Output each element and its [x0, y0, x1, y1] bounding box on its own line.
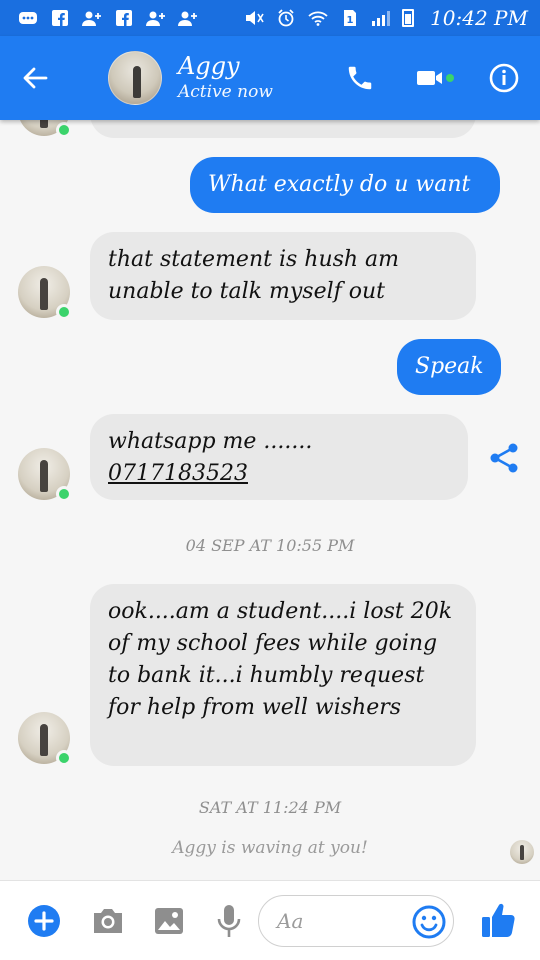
online-indicator [56, 486, 72, 502]
thumbs-up-icon [482, 903, 515, 937]
header-actions [324, 36, 540, 120]
back-button[interactable] [0, 36, 70, 120]
phone-icon [348, 66, 372, 90]
online-indicator [56, 750, 72, 766]
contact-avatar-small[interactable] [18, 448, 72, 502]
video-camera-icon [417, 71, 442, 85]
add-friend-icon [146, 10, 166, 26]
info-button[interactable] [468, 36, 540, 120]
camera-button[interactable] [88, 903, 128, 939]
contact-avatar-small[interactable] [18, 712, 72, 766]
outgoing-message-bubble[interactable]: What exactly do u want [190, 157, 500, 213]
contact-name: Aggy [178, 52, 240, 80]
seen-avatar [510, 840, 534, 864]
add-friend-icon [178, 10, 198, 26]
message-text: Speak [415, 354, 484, 379]
wifi-icon [308, 10, 328, 26]
avatar-figure [40, 120, 48, 128]
message-input-placeholder: Aa [277, 909, 304, 933]
contact-title[interactable]: Aggy Active now [178, 52, 273, 104]
svg-text:1: 1 [347, 15, 354, 26]
voice-record-button[interactable] [212, 901, 246, 941]
microphone-icon [217, 905, 241, 937]
mute-icon [244, 10, 264, 26]
facebook-icon [114, 10, 134, 26]
avatar-figure [40, 460, 48, 492]
messenger-notification-icon [18, 10, 38, 26]
video-call-button[interactable] [396, 36, 468, 120]
timestamp: 04 SEP AT 10:55 PM [185, 536, 355, 555]
battery-icon [402, 9, 415, 27]
message-composer: Aa [0, 880, 540, 960]
clock-time: 10:42 PM [430, 6, 528, 30]
wave-notice: Aggy is waving at you! [172, 838, 368, 858]
alarm-icon [276, 9, 296, 27]
system-icons: 1 10:42 PM [244, 6, 528, 30]
message-text: ook....am a student....i lost 20k of my … [108, 599, 453, 720]
status-bar: 1 10:42 PM [0, 0, 540, 36]
message-text: whatsapp me ....... [108, 429, 313, 454]
incoming-message-bubble-clipped[interactable] [90, 120, 476, 138]
smiley-icon [412, 905, 446, 939]
share-button[interactable] [486, 440, 522, 476]
online-indicator [56, 122, 72, 138]
gallery-button[interactable] [150, 903, 188, 939]
message-thread[interactable]: What exactly do u want that statement is… [0, 120, 540, 880]
incoming-message-bubble[interactable]: that statement is hush am unable to talk… [90, 232, 476, 320]
back-arrow-icon [23, 67, 48, 89]
avatar-figure [520, 845, 524, 860]
active-status: Active now [178, 82, 273, 102]
contact-avatar-small[interactable] [18, 120, 72, 138]
voice-call-button[interactable] [324, 36, 396, 120]
emoji-button[interactable] [410, 903, 448, 941]
share-icon [490, 443, 518, 473]
avatar-figure [40, 724, 48, 756]
avatar-figure [40, 278, 48, 310]
phone-number-link[interactable]: 0717183523 [108, 458, 450, 490]
facebook-icon [50, 10, 70, 26]
message-text: What exactly do u want [208, 172, 471, 197]
message-text: that statement is hush am unable to talk… [108, 247, 400, 304]
contact-avatar-small[interactable] [18, 266, 72, 320]
add-friend-icon [82, 10, 102, 26]
camera-icon [94, 909, 122, 933]
more-actions-button[interactable] [26, 903, 62, 939]
image-icon [155, 908, 183, 934]
notification-icons [18, 10, 198, 26]
like-button[interactable] [478, 899, 518, 941]
sim-icon: 1 [340, 10, 360, 26]
contact-avatar[interactable] [108, 51, 162, 105]
timestamp: SAT AT 11:24 PM [198, 798, 342, 817]
incoming-message-bubble[interactable]: whatsapp me ....... 0717183523 [90, 414, 468, 500]
incoming-message-bubble[interactable]: ook....am a student....i lost 20k of my … [90, 584, 476, 766]
info-icon [489, 63, 519, 93]
signal-icon [372, 10, 391, 26]
outgoing-message-bubble[interactable]: Speak [397, 339, 501, 395]
conversation-header: Aggy Active now [0, 36, 540, 120]
online-indicator [56, 304, 72, 320]
plus-icon [28, 905, 60, 937]
online-indicator [446, 74, 454, 82]
